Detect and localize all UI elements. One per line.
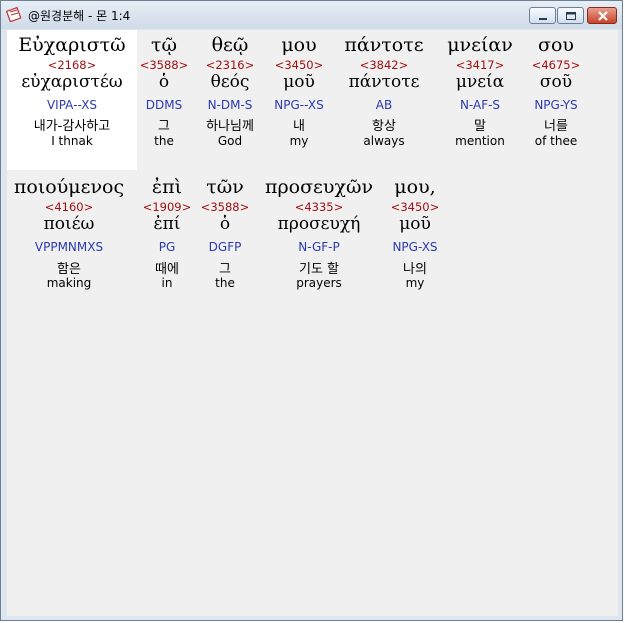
greek-word: μου, bbox=[394, 176, 436, 198]
korean-gloss: 때에 bbox=[155, 262, 179, 277]
korean-gloss: 기도 할 bbox=[298, 262, 339, 277]
parsing-code: NPG-XS bbox=[392, 240, 438, 254]
app-window: @원경분해 - 몬 1:4 Εὐχαριστῶ <2168> εὐχαριστέ… bbox=[0, 0, 623, 621]
lemma: ἐπί bbox=[153, 214, 181, 234]
greek-word: σου bbox=[538, 34, 574, 56]
lemma: ὁ bbox=[219, 214, 231, 234]
english-gloss: of thee bbox=[534, 134, 578, 148]
word-column[interactable]: τῶν <3588> ὁ DGFP 그 the bbox=[197, 30, 253, 300]
maximize-button[interactable] bbox=[557, 7, 584, 24]
lemma: προσευχή bbox=[277, 214, 361, 234]
word-column[interactable]: μνείαν <3417> μνεία N-AF-S 말 mention bbox=[439, 30, 521, 160]
korean-gloss: 그 bbox=[219, 262, 231, 277]
lemma: ποιέω bbox=[43, 214, 95, 234]
lemma: μνεία bbox=[455, 72, 505, 92]
strongs-number[interactable]: <3417> bbox=[439, 58, 521, 72]
greek-word: μνείαν bbox=[447, 34, 513, 56]
maximize-icon bbox=[566, 12, 576, 20]
lemma: σοῦ bbox=[539, 72, 573, 92]
word-column[interactable]: ἐπὶ <1909> ἐπί PG 때에 in bbox=[139, 30, 195, 300]
parsing-code: N-AF-S bbox=[459, 98, 501, 112]
greek-word: προσευχῶν bbox=[264, 176, 374, 198]
english-gloss: mention bbox=[455, 134, 505, 148]
strongs-number[interactable]: <3588> bbox=[197, 200, 253, 214]
word-column[interactable]: προσευχῶν <4335> προσευχή N-GF-P 기도 할 pr… bbox=[259, 30, 379, 300]
close-button[interactable] bbox=[587, 7, 617, 24]
strongs-number[interactable]: <4160> bbox=[7, 200, 131, 214]
greek-word: ποιούμενος bbox=[13, 176, 125, 198]
greek-word: ἐπὶ bbox=[151, 176, 183, 198]
parsing-code: NPG-YS bbox=[534, 98, 578, 112]
word-column[interactable]: σου <4675> σοῦ NPG-YS 너를 of thee bbox=[525, 30, 587, 160]
parsing-code: PG bbox=[158, 240, 176, 254]
strongs-number[interactable]: <4675> bbox=[525, 58, 587, 72]
window-title: @원경분해 - 몬 1:4 bbox=[28, 9, 131, 23]
minimize-icon bbox=[539, 18, 547, 20]
korean-gloss: 함은 bbox=[57, 262, 81, 277]
greek-word: τῶν bbox=[206, 176, 244, 198]
english-gloss: the bbox=[215, 276, 235, 290]
word-column[interactable]: ποιούμενος <4160> ποιέω VPPMNMXS 함은 maki… bbox=[7, 30, 131, 300]
strongs-number[interactable]: <4335> bbox=[259, 200, 379, 214]
english-gloss: in bbox=[161, 276, 173, 290]
parsing-code: VPPMNMXS bbox=[34, 240, 104, 254]
strongs-number[interactable]: <3450> bbox=[385, 200, 445, 214]
word-column[interactable]: μου, <3450> μοῦ NPG-XS 나의 my bbox=[385, 30, 445, 300]
korean-gloss: 나의 bbox=[403, 262, 427, 277]
parsing-code: DGFP bbox=[208, 240, 242, 254]
bible-app-icon bbox=[5, 6, 22, 23]
strongs-number[interactable]: <1909> bbox=[139, 200, 195, 214]
english-gloss: my bbox=[405, 276, 425, 290]
korean-gloss: 너를 bbox=[544, 119, 568, 134]
parsing-code: N-GF-P bbox=[298, 240, 340, 254]
english-gloss: prayers bbox=[296, 276, 342, 290]
minimize-button[interactable] bbox=[529, 7, 556, 24]
title-bar[interactable]: @원경분해 - 몬 1:4 bbox=[1, 1, 622, 29]
close-icon bbox=[598, 11, 608, 21]
korean-gloss: 말 bbox=[474, 119, 486, 134]
lemma: μοῦ bbox=[399, 214, 431, 234]
english-gloss: making bbox=[46, 276, 92, 290]
interlinear-panel[interactable]: Εὐχαριστῶ <2168> εὐχαριστέω VIPA--XS 내가-… bbox=[7, 30, 618, 616]
